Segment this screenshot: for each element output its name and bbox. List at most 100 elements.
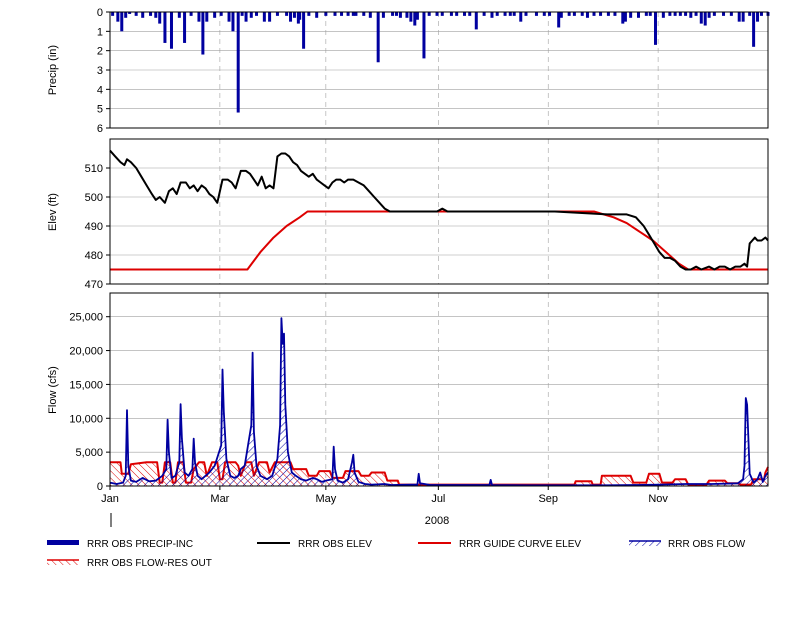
precip-bar [629, 12, 633, 18]
flow-grid [110, 293, 768, 487]
precip-bar [524, 12, 528, 16]
precip-bar [116, 12, 120, 22]
precip-bar [177, 12, 181, 18]
precip-panel: 0 1 2 3 4 5 6 Precip (in) [47, 7, 770, 135]
precip-bar [249, 12, 253, 18]
precip-bar [354, 12, 358, 16]
flow-ylabel: Flow (cfs) [47, 366, 59, 414]
precip-bar [362, 12, 366, 16]
y-tick-label: 2 [97, 46, 103, 58]
precip-bar [606, 12, 610, 16]
y-tick-label: 20,000 [69, 346, 103, 358]
precip-bar [689, 12, 693, 18]
precip-bar [368, 12, 372, 18]
precip-bar [707, 12, 711, 18]
precip-bar [534, 12, 538, 16]
y-tick-label: 3 [97, 65, 103, 77]
y-tick-label: 0 [97, 481, 103, 493]
precip-bar [482, 12, 486, 16]
precip-bar [756, 12, 760, 22]
y-tick-label: 4 [97, 84, 103, 96]
precip-bar [508, 12, 512, 16]
precip-bar [219, 12, 223, 16]
precip-bar [737, 12, 741, 22]
precip-bar [236, 12, 240, 113]
precip-bar [621, 12, 625, 24]
precip-bar [752, 12, 756, 47]
precip-bar [292, 12, 296, 18]
legend-swatch-precip [47, 540, 79, 545]
precip-bar [149, 12, 153, 16]
elev-lines [109, 149, 769, 271]
legend-label-guide-curve: RRR GUIDE CURVE ELEV [459, 539, 581, 550]
elev-ylabel: Elev (ft) [47, 193, 59, 231]
precip-bar [124, 12, 128, 18]
y-tick-label: 15,000 [69, 379, 103, 391]
precip-bar [623, 12, 627, 22]
y-tick-label: 500 [85, 192, 103, 204]
elev-yticks: 470 480 490 500 510 [85, 163, 110, 291]
chart-canvas: 0 1 2 3 4 5 6 Precip (in) 470 480 490 500 510 Elev… [47, 7, 770, 569]
precip-bar [315, 12, 319, 18]
precip-bar [394, 12, 398, 16]
precip-bar [661, 12, 665, 18]
precip-bar [111, 12, 115, 16]
precip-bar [613, 12, 617, 16]
precip-bar [495, 12, 499, 16]
precip-bar [197, 12, 201, 22]
y-tick-label: 470 [85, 279, 103, 291]
precip-bar [435, 12, 439, 16]
y-tick-label: 5 [97, 104, 103, 116]
precip-bar [703, 12, 707, 26]
x-tick-label: Jul [431, 493, 445, 505]
flow-series-area [110, 318, 768, 486]
precip-bar [648, 12, 652, 16]
precip-bar [449, 12, 453, 16]
precip-bar [427, 12, 431, 16]
precip-bar [324, 12, 328, 16]
precip-bar [455, 12, 459, 16]
precip-bar [158, 12, 162, 24]
precip-bar [592, 12, 596, 16]
precip-bar [154, 12, 158, 18]
precip-bar [183, 12, 187, 43]
precip-bar [463, 12, 467, 16]
precip-bar [163, 12, 167, 43]
y-tick-label: 480 [85, 250, 103, 262]
precip-bar [699, 12, 703, 24]
elev-series-line [109, 149, 769, 271]
precip-bar [205, 12, 209, 22]
flow-panel: 0 5,000 10,000 15,000 20,000 25,000 Flow (cfs… [47, 292, 769, 493]
precip-bar [307, 12, 311, 16]
precip-bar [346, 12, 350, 16]
y-tick-label: 490 [85, 221, 103, 233]
precip-bar [376, 12, 380, 63]
precip-bar [134, 12, 138, 16]
precip-bar [684, 12, 688, 16]
precip-bar [474, 12, 478, 30]
precip-bar [275, 12, 279, 16]
precip-bar [201, 12, 205, 55]
precip-bar [289, 12, 293, 22]
precip-bars [111, 12, 770, 113]
precip-bar [503, 12, 507, 16]
precip-bar [759, 12, 763, 16]
x-tick-label: Mar [210, 493, 229, 505]
precip-bar [490, 12, 494, 18]
precip-bar [381, 12, 385, 18]
precip-bar [668, 12, 672, 16]
precip-bar [268, 12, 272, 22]
y-tick-label: 6 [97, 123, 103, 135]
flow-yticks: 0 5,000 10,000 15,000 20,000 25,000 [69, 312, 110, 493]
legend-label-obs-elev: RRR OBS ELEV [298, 539, 372, 550]
precip-bar [351, 12, 355, 16]
x-axis: 2008 Jan Mar May Jul Sep Nov [101, 486, 668, 527]
precip-bar [653, 12, 657, 45]
precip-bar [559, 12, 563, 18]
precip-bar [227, 12, 231, 22]
precip-bar [298, 12, 302, 20]
precip-bar [673, 12, 677, 16]
legend-item-res-out: RRR OBS FLOW-RES OUT [47, 558, 212, 569]
legend-item-precip: RRR OBS PRECIP-INC [47, 539, 193, 550]
precip-bar [548, 12, 552, 16]
